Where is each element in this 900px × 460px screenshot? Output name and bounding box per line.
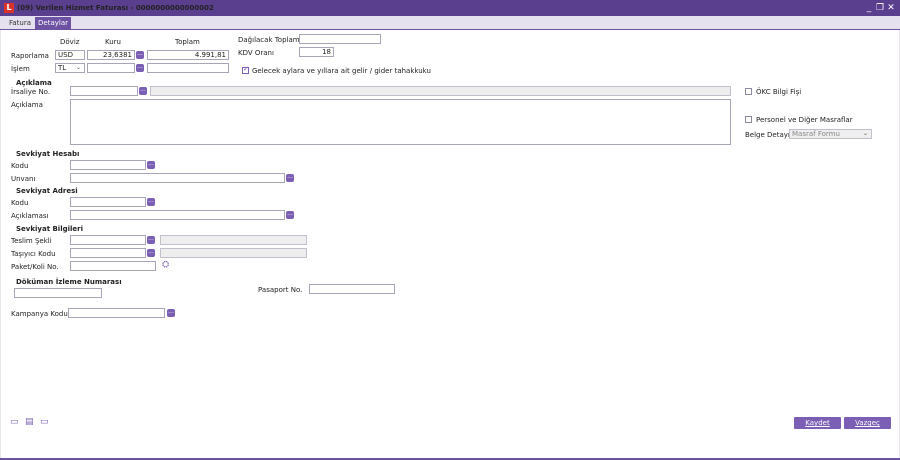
kampanya-kodu-lookup-button[interactable]: ...	[167, 309, 175, 317]
pasaport-no-field[interactable]	[309, 284, 395, 294]
sevkiyat-adresi-aciklamasi-label: Açıklaması	[11, 212, 49, 220]
belge-detayi-select[interactable]: Masraf Formu ⌄	[789, 129, 872, 139]
teslim-sekli-label: Teslim Şekli	[11, 237, 52, 245]
okc-bilgi-fisi-label: ÖKC Bilgi Fişi	[756, 88, 802, 96]
sevkiyat-adresi-header: Sevkiyat Adresi	[16, 187, 78, 195]
islem-label: İşlem	[11, 65, 30, 73]
tab-fatura[interactable]: Fatura	[6, 17, 34, 29]
irsaliye-no-label: İrsaliye No.	[11, 88, 51, 96]
tasiyici-kodu-label: Taşıyıcı Kodu	[11, 250, 56, 258]
restore-icon[interactable]: ❐	[875, 2, 885, 14]
sevkiyat-hesabi-kodu-lookup-button[interactable]: ...	[147, 161, 155, 169]
sevkiyat-adresi-kodu-label: Kodu	[11, 199, 29, 207]
teslim-sekli-lookup-button[interactable]: ...	[147, 236, 155, 244]
chevron-down-icon: ⌄	[863, 130, 869, 137]
kaydet-button[interactable]: Kaydet	[794, 417, 841, 429]
teslim-sekli-field[interactable]	[70, 235, 146, 245]
sevkiyat-hesabi-kodu-label: Kodu	[11, 162, 29, 170]
teslim-sekli-description-field	[160, 235, 307, 245]
tab-detaylar[interactable]: Detaylar	[35, 17, 71, 29]
tasiyici-kodu-description-field	[160, 248, 307, 258]
sevkiyat-hesabi-unvani-lookup-button[interactable]: ...	[286, 174, 294, 182]
tasiyici-kodu-lookup-button[interactable]: ...	[147, 249, 155, 257]
raporlama-doviz-field[interactable]: USD	[55, 50, 85, 60]
belge-detayi-label: Belge Detayı	[745, 131, 790, 139]
chevron-down-icon: ⌄	[76, 64, 82, 71]
dagilacak-toplam-label: Dağılacak Toplam	[238, 36, 300, 44]
okc-bilgi-fisi-checkbox[interactable]	[745, 88, 752, 95]
sevkiyat-hesabi-kodu-field[interactable]	[70, 160, 146, 170]
dokuman-izleme-header: Döküman İzleme Numarası	[16, 278, 122, 286]
document-icon[interactable]: ▤	[25, 418, 34, 427]
app-logo-icon: L	[4, 3, 14, 13]
sevkiyat-hesabi-unvani-field[interactable]	[70, 173, 285, 183]
kdv-orani-field[interactable]: 18	[299, 47, 334, 57]
islem-toplam-field[interactable]	[147, 63, 229, 73]
belge-detayi-value: Masraf Formu	[792, 130, 840, 138]
col-doviz-header: Döviz	[60, 38, 80, 46]
barcode-scan-icon[interactable]: ⛭	[162, 261, 169, 270]
col-toplam-header: Toplam	[175, 38, 200, 46]
islem-doviz-value: TL	[58, 64, 67, 72]
islem-doviz-select[interactable]: TL ⌄	[55, 63, 85, 73]
aciklama-textarea[interactable]	[70, 99, 731, 145]
minimize-icon[interactable]: _	[864, 2, 874, 14]
gelecek-aylar-checkbox[interactable]	[242, 65, 249, 74]
sevkiyat-adresi-kodu-lookup-button[interactable]: ...	[147, 198, 155, 206]
irsaliye-description-field	[150, 86, 731, 96]
raporlama-kuru-field[interactable]: 23,6381	[87, 50, 135, 60]
col-kuru-header: Kuru	[105, 38, 121, 46]
sevkiyat-adresi-aciklamasi-lookup-button[interactable]: ...	[286, 211, 294, 219]
gelecek-aylar-label: Gelecek aylara ve yıllara ait gelir / gi…	[252, 67, 431, 75]
sevkiyat-adresi-aciklamasi-field[interactable]	[70, 210, 285, 220]
book-icon[interactable]: ▭	[10, 418, 19, 427]
aciklama-label: Açıklama	[11, 101, 43, 109]
paket-koli-no-label: Paket/Koli No.	[11, 263, 59, 271]
book-open-icon[interactable]: ▭	[40, 418, 49, 427]
kampanya-kodu-label: Kampanya Kodu	[11, 310, 68, 318]
kdv-orani-label: KDV Oranı	[238, 49, 274, 57]
dokuman-izleme-field[interactable]	[14, 288, 102, 298]
tasiyici-kodu-field[interactable]	[70, 248, 146, 258]
sevkiyat-hesabi-header: Sevkiyat Hesabı	[16, 150, 80, 158]
personel-masraflar-label: Personel ve Diğer Masraflar	[756, 116, 853, 124]
aciklama-section-header: Açıklama	[16, 79, 52, 87]
sevkiyat-bilgileri-header: Sevkiyat Bilgileri	[16, 225, 84, 233]
personel-masraflar-checkbox[interactable]	[745, 116, 752, 123]
dagilacak-toplam-field[interactable]	[299, 34, 381, 44]
islem-kuru-field[interactable]	[87, 63, 135, 73]
irsaliye-lookup-button[interactable]: ...	[139, 87, 147, 95]
window-title: (09) Verilen Hizmet Faturası - 000000000…	[17, 4, 214, 12]
raporlama-label: Raporlama	[11, 52, 49, 60]
raporlama-kuru-lookup-button[interactable]: ...	[136, 51, 144, 59]
close-icon[interactable]: ✕	[886, 2, 896, 14]
pasaport-no-label: Pasaport No.	[258, 286, 303, 294]
paket-koli-no-field[interactable]	[70, 261, 156, 271]
vazgec-button[interactable]: Vazgeç	[844, 417, 891, 429]
kampanya-kodu-field[interactable]	[68, 308, 165, 318]
sevkiyat-adresi-kodu-field[interactable]	[70, 197, 146, 207]
sevkiyat-hesabi-unvani-label: Unvanı	[11, 175, 36, 183]
irsaliye-no-field[interactable]	[70, 86, 138, 96]
raporlama-toplam-field[interactable]: 4.991,81	[147, 50, 229, 60]
tab-bar	[0, 16, 900, 30]
islem-kuru-lookup-button[interactable]: ...	[136, 64, 144, 72]
